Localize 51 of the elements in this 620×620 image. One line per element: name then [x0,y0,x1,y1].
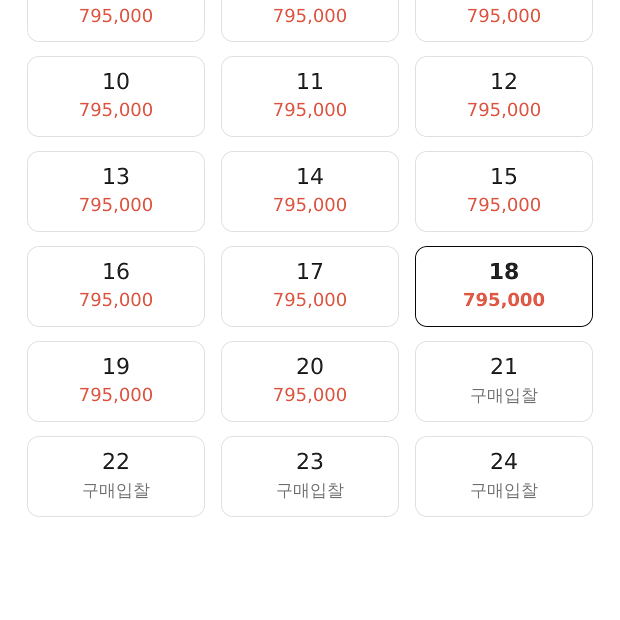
size-option[interactable]: 20 795,000 [221,341,399,422]
price-label: 795,000 [78,99,154,123]
size-label: 16 [102,260,130,286]
size-label: 19 [102,355,130,381]
price-label: 795,000 [272,5,348,29]
size-option[interactable]: 13 795,000 [27,151,205,232]
price-label: 795,000 [78,289,154,313]
size-option[interactable]: 14 795,000 [221,151,399,232]
size-label: 10 [102,70,130,96]
price-label: 795,000 [466,5,542,29]
price-label: 795,000 [466,99,542,123]
size-option[interactable]: 795,000 [221,0,399,42]
bid-label: 구매입찰 [470,385,538,408]
size-option[interactable]: 22 구매입찰 [27,436,205,517]
price-label: 795,000 [463,289,545,313]
size-label: 14 [296,165,324,191]
size-label: 21 [490,355,518,381]
size-label: 12 [490,70,518,96]
size-option[interactable]: 10 795,000 [27,56,205,137]
size-label: 23 [296,450,324,476]
price-label: 795,000 [78,5,154,29]
size-option[interactable]: 795,000 [415,0,593,42]
size-option[interactable]: 16 795,000 [27,246,205,327]
size-label: 15 [490,165,518,191]
bid-label: 구매입찰 [470,480,538,503]
size-label: 17 [296,260,324,286]
price-label: 795,000 [272,289,348,313]
size-label: 24 [490,450,518,476]
price-label: 795,000 [272,99,348,123]
price-label: 795,000 [466,194,542,218]
size-option[interactable]: 24 구매입찰 [415,436,593,517]
size-label: 13 [102,165,130,191]
size-option[interactable]: 795,000 [27,0,205,42]
bid-label: 구매입찰 [82,480,150,503]
size-label: 18 [488,260,520,286]
size-option[interactable]: 19 795,000 [27,341,205,422]
size-label: 20 [296,355,324,381]
size-option[interactable]: 17 795,000 [221,246,399,327]
price-label: 795,000 [78,194,154,218]
size-option[interactable]: 12 795,000 [415,56,593,137]
size-option[interactable]: 18 795,000 [415,246,593,327]
price-label: 795,000 [272,194,348,218]
bid-label: 구매입찰 [276,480,344,503]
size-option[interactable]: 11 795,000 [221,56,399,137]
size-option[interactable]: 15 795,000 [415,151,593,232]
size-option[interactable]: 23 구매입찰 [221,436,399,517]
size-label: 11 [296,70,324,96]
size-label: 22 [102,450,130,476]
price-label: 795,000 [78,384,154,408]
price-label: 795,000 [272,384,348,408]
size-option[interactable]: 21 구매입찰 [415,341,593,422]
